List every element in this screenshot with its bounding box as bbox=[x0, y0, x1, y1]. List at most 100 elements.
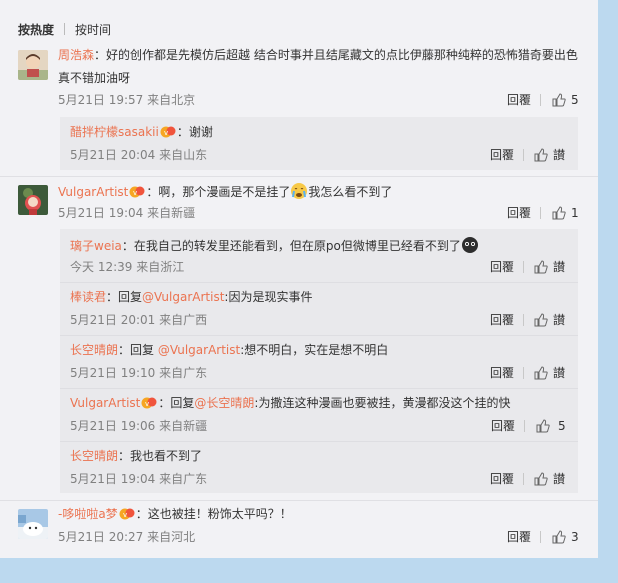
avatar[interactable] bbox=[18, 509, 48, 539]
reply-divider bbox=[60, 335, 578, 336]
page-background-bottom bbox=[0, 558, 598, 583]
reply-meta: 5月21日 19:10 来自广东 bbox=[70, 366, 208, 380]
action-divider bbox=[523, 473, 524, 485]
crying-emoji-icon bbox=[291, 183, 308, 199]
svg-text:v: v bbox=[164, 129, 168, 137]
like-label[interactable]: 讃 bbox=[553, 147, 565, 163]
reply-button[interactable]: 回覆 bbox=[490, 365, 514, 381]
comment-body: ：好的创作都是先模仿后超越 结合时事并且结尾藏文的点比伊藤那种纯粹的恐怖猎奇要出… bbox=[94, 48, 578, 62]
username[interactable]: VulgarArtist bbox=[70, 396, 140, 410]
comment-text-cont: 真不错加油呀 bbox=[58, 71, 131, 85]
like-label[interactable]: 讃 bbox=[553, 365, 565, 381]
reply-text: 长空晴朗：我也看不到了 bbox=[70, 448, 202, 464]
vip-badge-icon: v bbox=[141, 397, 157, 409]
username[interactable]: 长空晴朗 bbox=[70, 343, 118, 357]
action-divider bbox=[540, 207, 541, 219]
like-label[interactable]: 讃 bbox=[553, 312, 565, 328]
reply-text: VulgarArtist v ：回复@长空晴朗:为撒连这种漫画也要被挂，黄漫都没这个… bbox=[70, 395, 510, 411]
reply-divider bbox=[60, 441, 578, 442]
reply-meta: 5月21日 20:01 来自广西 bbox=[70, 313, 208, 327]
svg-text:v: v bbox=[145, 400, 149, 408]
thumbs-up-icon[interactable] bbox=[534, 313, 548, 327]
like-label[interactable]: 讃 bbox=[553, 259, 565, 275]
username[interactable]: -哆啦啦a梦 bbox=[58, 507, 118, 521]
reply-meta: 5月21日 19:04 来自广东 bbox=[70, 472, 208, 486]
reply-prefix: ：回复 bbox=[106, 290, 143, 304]
action-divider bbox=[540, 94, 541, 106]
reply-prefix: ：回复 bbox=[158, 396, 195, 410]
username[interactable]: 醋拌柠檬sasakii bbox=[70, 125, 159, 139]
comment-meta: 5月21日 19:57 来自北京 bbox=[58, 93, 196, 107]
reply-meta: 5月21日 20:04 来自山东 bbox=[70, 148, 208, 162]
page-background-right bbox=[598, 0, 618, 583]
reply-text: 长空晴朗：回复 @VulgarArtist:想不明白，实在是想不明白 bbox=[70, 342, 388, 358]
thumbs-up-icon[interactable] bbox=[552, 530, 566, 544]
comment-text: -哆啦啦a梦 v ：这也被挂！粉饰太平吗？！ bbox=[58, 506, 292, 522]
svg-text:v: v bbox=[123, 511, 127, 519]
action-divider bbox=[540, 531, 541, 543]
svg-text:v: v bbox=[133, 189, 137, 197]
reply-body: ：在我自己的转发里还能看到，但在原po但微博里已经看不到了 bbox=[121, 239, 461, 253]
reply-button[interactable]: 回覆 bbox=[507, 205, 531, 221]
thumbs-up-icon[interactable] bbox=[534, 148, 548, 162]
vip-badge-icon: v bbox=[119, 508, 135, 520]
thumbs-up-icon[interactable] bbox=[534, 260, 548, 274]
avatar-image bbox=[18, 509, 48, 539]
comment-meta: 5月21日 19:04 来自新疆 bbox=[58, 206, 196, 220]
reply-button[interactable]: 回覆 bbox=[490, 312, 514, 328]
reply-prefix: ：回复 bbox=[118, 343, 158, 357]
reply-button[interactable]: 回覆 bbox=[507, 529, 531, 545]
avatar-image bbox=[18, 185, 48, 215]
username[interactable]: 棒读君 bbox=[70, 290, 106, 304]
thumbs-up-icon[interactable] bbox=[534, 366, 548, 380]
like-label[interactable]: 讃 bbox=[553, 471, 565, 487]
reply-divider bbox=[60, 388, 578, 389]
comment-body: ：啊，那个漫画是不是挂了 bbox=[146, 185, 291, 199]
thumbs-up-icon[interactable] bbox=[536, 419, 550, 433]
mention-link[interactable]: @VulgarArtist bbox=[158, 343, 240, 357]
reply-body: :为撒连这种漫画也要被挂，黄漫都没这个挂的快 bbox=[254, 396, 511, 410]
reply-body: :因为是现实事件 bbox=[224, 290, 313, 304]
action-divider bbox=[523, 261, 524, 273]
reply-text: 璃子weia：在我自己的转发里还能看到，但在原po但微博里已经看不到了 bbox=[70, 236, 479, 254]
username[interactable]: 璃子weia bbox=[70, 239, 122, 253]
username[interactable]: VulgarArtist bbox=[58, 185, 128, 199]
thumbs-up-icon[interactable] bbox=[534, 472, 548, 486]
action-divider bbox=[523, 149, 524, 161]
action-divider bbox=[523, 314, 524, 326]
username[interactable]: 周浩森 bbox=[58, 48, 94, 62]
comment-body: ：这也被挂！粉饰太平吗？！ bbox=[135, 507, 292, 521]
vip-badge-icon: v bbox=[129, 186, 145, 198]
sort-by-hot[interactable]: 按热度 bbox=[18, 21, 54, 38]
reply-text: 醋拌柠檬sasakii v ：谢谢 bbox=[70, 124, 213, 140]
like-count: 1 bbox=[571, 206, 579, 220]
reply-button[interactable]: 回覆 bbox=[490, 259, 514, 275]
comment-text: VulgarArtist v ：啊，那个漫画是不是挂了 我怎么看不到了 bbox=[58, 182, 392, 200]
username[interactable]: 长空晴朗 bbox=[70, 449, 118, 463]
sort-by-time[interactable]: 按时间 bbox=[75, 21, 111, 38]
sort-bar: 按热度 按时间 bbox=[18, 21, 111, 37]
comment-panel: 按热度 按时间 周浩森：好的创作都是先模仿后超越 结合时事并且结尾藏文的点比伊藤… bbox=[0, 0, 598, 558]
comment-meta: 5月21日 20:27 来自河北 bbox=[58, 530, 196, 544]
avatar[interactable] bbox=[18, 185, 48, 215]
reply-meta: 今天 12:39 来自浙江 bbox=[70, 260, 185, 274]
mention-link[interactable]: @长空晴朗 bbox=[194, 396, 254, 410]
reply-body: :想不明白，实在是想不明白 bbox=[240, 343, 389, 357]
reply-body: ：谢谢 bbox=[176, 125, 213, 139]
action-divider bbox=[523, 367, 524, 379]
mention-link[interactable]: @VulgarArtist bbox=[142, 290, 224, 304]
reply-button[interactable]: 回覆 bbox=[490, 471, 514, 487]
sort-divider bbox=[64, 23, 66, 35]
reply-divider bbox=[60, 282, 578, 283]
reply-button[interactable]: 回覆 bbox=[507, 92, 531, 108]
dark-face-emoji-icon bbox=[461, 237, 478, 253]
comment-body-cont: 我怎么看不到了 bbox=[308, 185, 393, 199]
reply-button[interactable]: 回覆 bbox=[491, 418, 515, 434]
comment-text: 周浩森：好的创作都是先模仿后超越 结合时事并且结尾藏文的点比伊藤那种纯粹的恐怖猎… bbox=[58, 47, 578, 63]
reply-meta: 5月21日 19:06 来自新疆 bbox=[70, 419, 208, 433]
reply-button[interactable]: 回覆 bbox=[490, 147, 514, 163]
thumbs-up-icon[interactable] bbox=[552, 93, 566, 107]
avatar[interactable] bbox=[18, 50, 48, 80]
comment-divider bbox=[0, 176, 598, 177]
thumbs-up-icon[interactable] bbox=[552, 206, 566, 220]
